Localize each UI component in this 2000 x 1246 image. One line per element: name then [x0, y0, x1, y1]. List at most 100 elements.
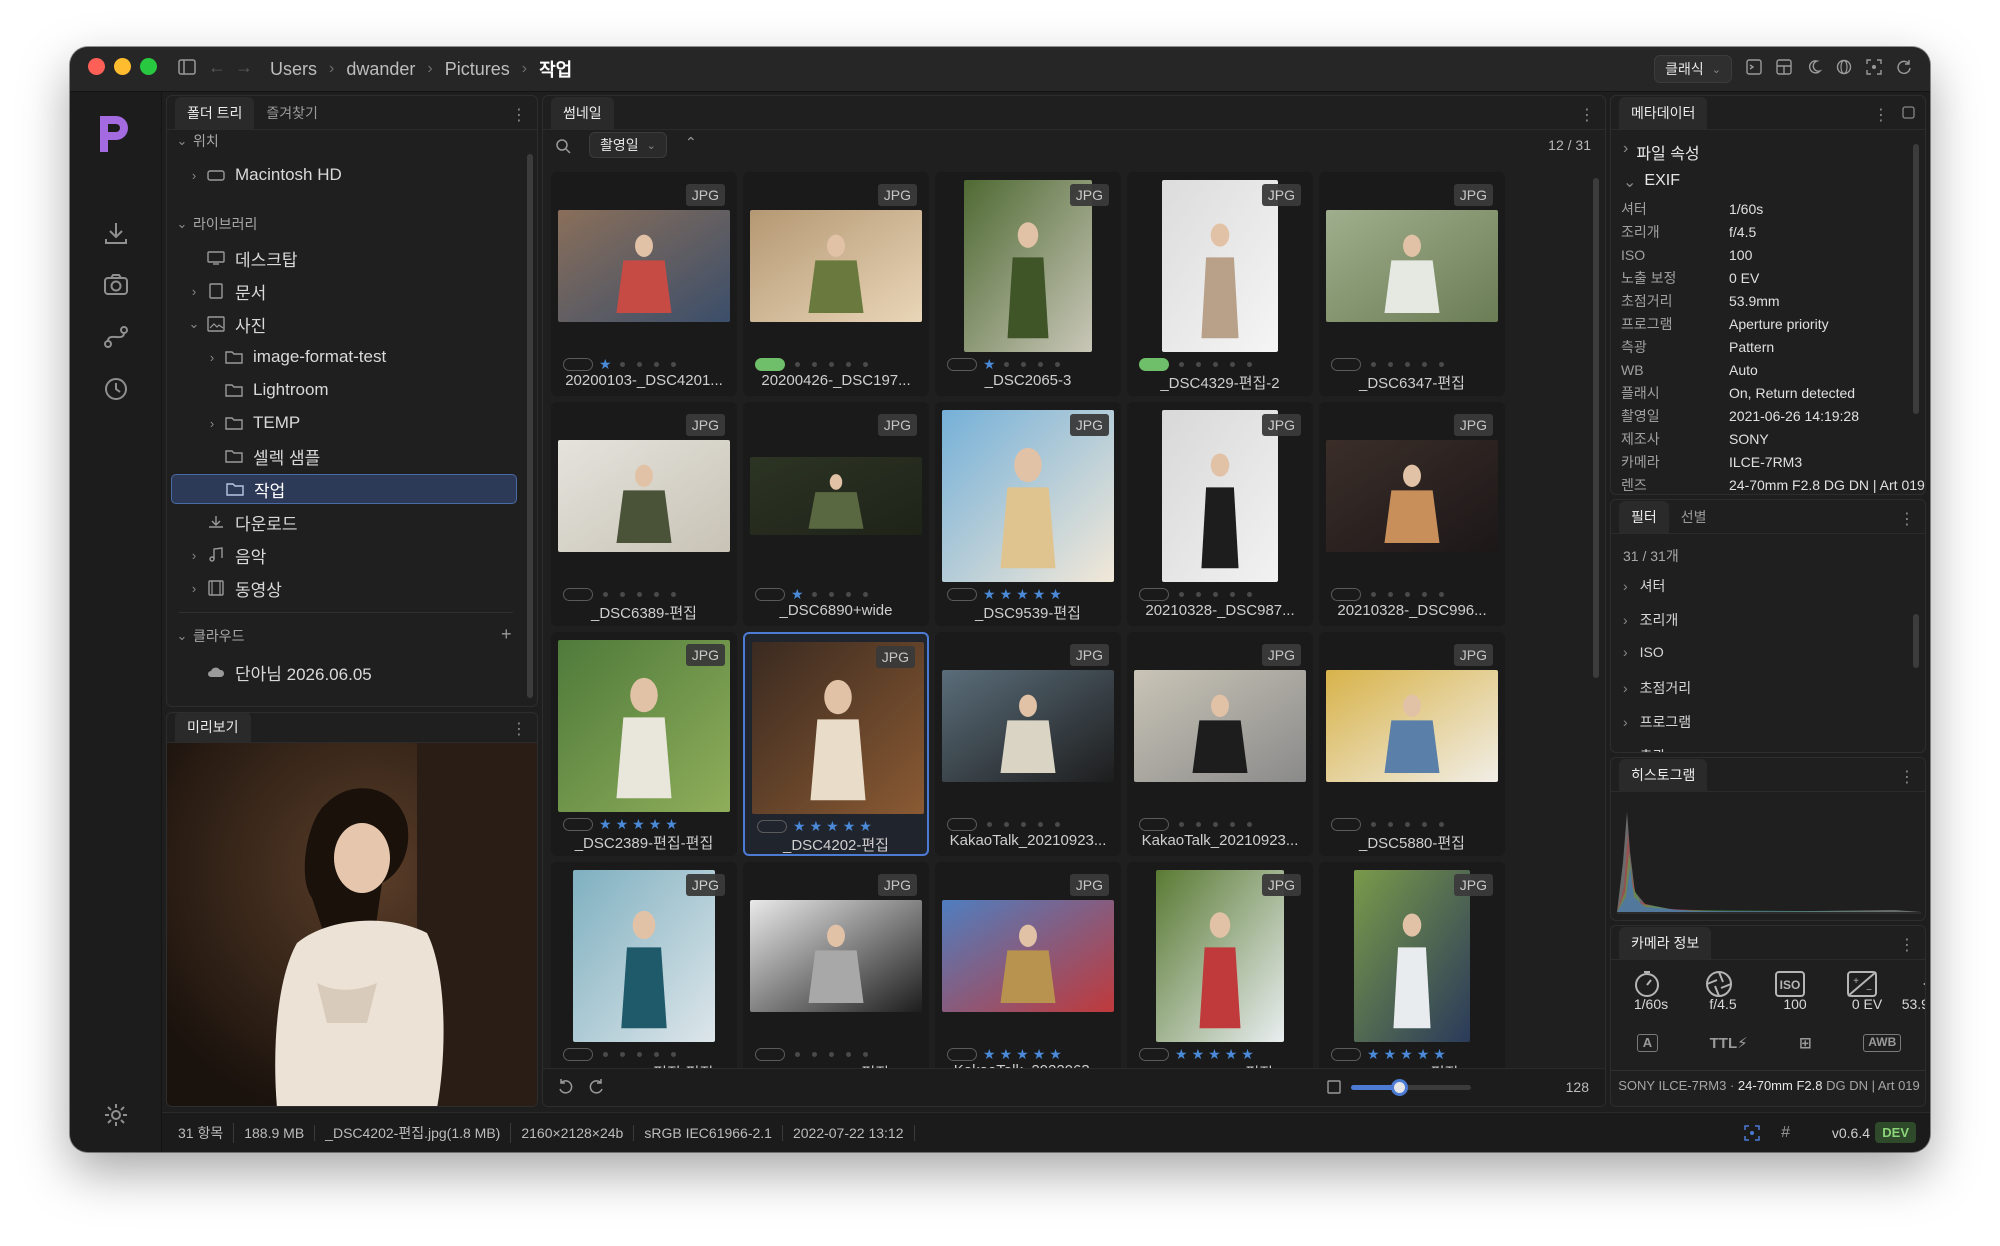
tab-select[interactable]: 선별 [1669, 501, 1719, 533]
scrollbar[interactable] [1593, 178, 1599, 678]
layout-icon[interactable] [1776, 58, 1792, 80]
empty-star-dot[interactable] [671, 1051, 676, 1057]
moon-icon[interactable] [1806, 59, 1823, 80]
star-rating[interactable]: ★ ★ ★ ★ ★ [983, 587, 1062, 601]
color-label-toggle[interactable] [1331, 1047, 1361, 1061]
star-icon[interactable]: ★ [1400, 1047, 1413, 1061]
thumbnail-item[interactable]: JPG_DSC3356-편집-편집 [551, 862, 737, 1086]
star-icon[interactable]: ★ [1384, 1047, 1397, 1061]
rotate-right-icon[interactable] [589, 1079, 605, 1100]
thumbnail-item[interactable]: JPG ★ _DSC6890+wide [743, 402, 929, 626]
thumbnail-item[interactable]: JPG _DSC4329-편집-2 [1127, 172, 1313, 396]
empty-star-dot[interactable] [1213, 591, 1218, 597]
more-menu-icon[interactable]: ⋮ [1579, 105, 1595, 125]
chevron-right-icon[interactable]: › [205, 350, 219, 365]
tree-item-music[interactable]: › 음악 [187, 540, 537, 570]
star-icon[interactable]: ★ [1016, 587, 1029, 601]
tree-item-downloads[interactable]: 다운로드 [201, 507, 537, 537]
zoom-window-button[interactable] [140, 58, 157, 75]
tree-item-lightroom[interactable]: Lightroom [219, 375, 537, 405]
star-icon[interactable]: ★ [1033, 587, 1046, 601]
globe-icon[interactable] [1836, 59, 1852, 80]
empty-star-dot[interactable] [1230, 361, 1235, 367]
star-rating[interactable] [1367, 361, 1448, 367]
star-icon[interactable]: ★ [826, 819, 839, 833]
star-rating[interactable] [983, 821, 1064, 827]
empty-star-dot[interactable] [846, 361, 851, 367]
thumbnail-item[interactable]: JPG KakaoTalk_20210923... [1127, 632, 1313, 856]
empty-star-dot[interactable] [1004, 821, 1009, 827]
thumbnail-item[interactable]: JPG★★★★★KakaoTalk_2022063... [935, 862, 1121, 1086]
color-label-toggle[interactable] [947, 357, 977, 371]
back-arrow-icon[interactable]: ← [208, 57, 226, 78]
filter-item[interactable]: › ISO [1623, 644, 1664, 660]
star-icon[interactable]: ★ [983, 357, 996, 371]
empty-star-dot[interactable] [1054, 361, 1060, 367]
star-rating[interactable] [1175, 591, 1256, 597]
thumbnail-item[interactable]: JPG ★ ★ ★ ★ ★ _DSC2389-편집-편집 [551, 632, 737, 856]
thumbnail-item[interactable]: JPG KakaoTalk_20210923... [935, 632, 1121, 856]
empty-star-dot[interactable] [1037, 361, 1043, 367]
color-label-toggle[interactable] [1139, 587, 1169, 601]
thumbnail-item[interactable]: JPG ★ ★ ★ ★ ★ _DSC4202-편집 [743, 632, 929, 856]
history-icon[interactable] [103, 376, 129, 407]
chevron-down-icon[interactable]: ⌄ [175, 216, 189, 232]
empty-star-dot[interactable] [828, 591, 834, 597]
empty-star-dot[interactable] [1388, 821, 1393, 827]
tree-item-videos[interactable]: › 동영상 [187, 573, 537, 603]
scrollbar[interactable] [527, 154, 533, 698]
empty-star-dot[interactable] [620, 1051, 625, 1057]
thumbnail-item[interactable]: JPG★★★★★_DSC0191-편집 [1127, 862, 1313, 1086]
tab-preview[interactable]: 미리보기 [175, 713, 251, 742]
empty-star-dot[interactable] [1213, 361, 1218, 367]
empty-star-dot[interactable] [862, 591, 868, 597]
tree-item-macintosh[interactable]: › Macintosh HD [187, 160, 537, 190]
empty-star-dot[interactable] [812, 361, 817, 367]
empty-star-dot[interactable] [1422, 591, 1427, 597]
empty-star-dot[interactable] [619, 361, 625, 367]
forward-arrow-icon[interactable]: → [235, 57, 253, 78]
grid-hash-icon[interactable]: # [1781, 1124, 1790, 1142]
close-window-button[interactable] [88, 58, 105, 75]
empty-star-dot[interactable] [620, 591, 625, 597]
settings-gear-icon[interactable] [103, 1102, 129, 1133]
star-icon[interactable]: ★ [1241, 1047, 1254, 1061]
tree-item-work-selected[interactable]: 작업 [171, 474, 517, 504]
color-label-toggle[interactable] [1139, 1047, 1169, 1061]
zoom-slider[interactable] [1351, 1079, 1471, 1096]
star-icon[interactable]: ★ [599, 817, 612, 831]
thumbnail-item[interactable]: JPG 20210328-_DSC996... [1319, 402, 1505, 626]
empty-star-dot[interactable] [1371, 361, 1376, 367]
tab-folder-tree[interactable]: 폴더 트리 [175, 97, 255, 129]
tree-item-cloud[interactable]: 단아님 2026.06.05 [201, 657, 537, 687]
thumbnail-item[interactable]: JPG ★ ★ ★ ★ ★ _DSC9539-편집 [935, 402, 1121, 626]
thumbnail-item[interactable]: JPG_DSC4159-편집 [743, 862, 929, 1086]
star-icon[interactable]: ★ [859, 819, 872, 833]
color-label-toggle[interactable] [1331, 587, 1361, 601]
thumbnail-item[interactable]: JPG _DSC6347-편집 [1319, 172, 1505, 396]
empty-star-dot[interactable] [1247, 361, 1252, 367]
empty-star-dot[interactable] [1179, 591, 1184, 597]
star-icon[interactable]: ★ [632, 817, 645, 831]
chevron-right-icon[interactable]: › [187, 168, 201, 183]
star-icon[interactable]: ★ [810, 819, 823, 833]
empty-star-dot[interactable] [1230, 821, 1235, 827]
star-icon[interactable]: ★ [616, 817, 629, 831]
thumbnail-item[interactable]: JPG ★ 20200103-_DSC4201... [551, 172, 737, 396]
empty-star-dot[interactable] [654, 591, 659, 597]
workflow-icon[interactable] [103, 324, 129, 355]
tab-thumbnails[interactable]: 썸네일 [551, 97, 614, 129]
rotate-left-icon[interactable] [557, 1079, 573, 1100]
empty-star-dot[interactable] [1371, 821, 1376, 827]
exif-section[interactable]: ⌄ EXIF [1623, 172, 1680, 192]
empty-star-dot[interactable] [1247, 821, 1252, 827]
breadcrumb-dwander[interactable]: dwander [346, 59, 415, 80]
breadcrumb-pictures[interactable]: Pictures [445, 59, 510, 80]
thumbnail-item[interactable]: JPG ★ _DSC2065-3 [935, 172, 1121, 396]
chevron-right-icon[interactable]: › [205, 416, 219, 431]
star-rating[interactable]: ★ ★ ★ ★ ★ [793, 819, 872, 833]
star-icon[interactable]: ★ [983, 1047, 996, 1061]
download-icon[interactable] [103, 220, 129, 251]
thumbnail-item[interactable]: JPG★★★★★_DSC0427-편집-2 [1319, 862, 1505, 1086]
view-mode-select[interactable]: 클래식 ⌄ [1654, 55, 1732, 83]
